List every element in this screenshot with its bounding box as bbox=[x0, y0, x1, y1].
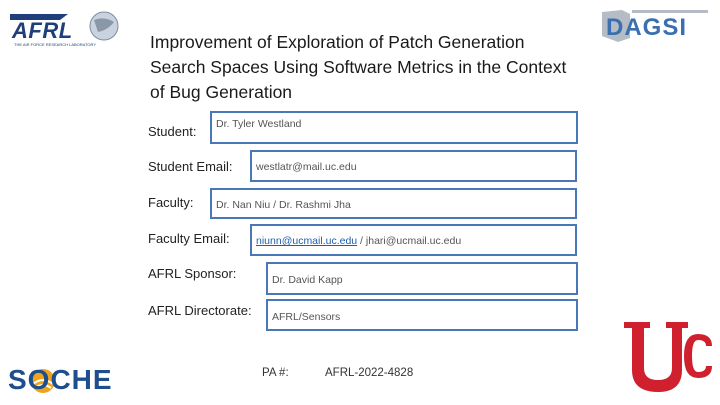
sponsor-label: AFRL Sponsor: bbox=[148, 266, 237, 281]
faculty-value: Dr. Nan Niu / Dr. Rashmi Jha bbox=[216, 199, 351, 211]
dagsi-logo: DAGSI bbox=[600, 6, 712, 46]
uc-logo-icon bbox=[614, 316, 714, 400]
pa-value: AFRL-2022-4828 bbox=[325, 367, 414, 379]
sponsor-field[interactable]: Dr. David Kapp bbox=[266, 262, 578, 295]
soche-logo-text: SOCHE bbox=[8, 364, 113, 395]
faculty-email-field[interactable]: niunn@ucmail.uc.edu / jhari@ucmail.uc.ed… bbox=[250, 224, 577, 256]
directorate-value: AFRL/Sensors bbox=[272, 311, 341, 323]
faculty-email-rest: / jhari@ucmail.uc.edu bbox=[357, 235, 462, 247]
sponsor-value: Dr. David Kapp bbox=[272, 274, 343, 286]
faculty-field[interactable]: Dr. Nan Niu / Dr. Rashmi Jha bbox=[210, 188, 577, 219]
student-email-label: Student Email: bbox=[148, 159, 233, 174]
student-field[interactable]: Dr. Tyler Westland bbox=[210, 111, 578, 144]
afrl-logo-tagline: THE AIR FORCE RESEARCH LABORATORY bbox=[14, 42, 97, 47]
student-label: Student: bbox=[148, 124, 197, 139]
faculty-email-label: Faculty Email: bbox=[148, 231, 230, 246]
afrl-logo-text: AFRL bbox=[12, 18, 73, 43]
pa-label: PA #: bbox=[262, 367, 289, 379]
student-email-field[interactable]: westlatr@mail.uc.edu bbox=[250, 150, 577, 182]
directorate-field[interactable]: AFRL/Sensors bbox=[266, 299, 578, 331]
student-email-value: westlatr@mail.uc.edu bbox=[256, 161, 357, 173]
soche-logo: SOCHE bbox=[8, 362, 126, 402]
afrl-logo: AFRL THE AIR FORCE RESEARCH LABORATORY bbox=[8, 8, 120, 50]
directorate-label: AFRL Directorate: bbox=[148, 303, 252, 318]
faculty-label: Faculty: bbox=[148, 195, 194, 210]
faculty-email-link[interactable]: niunn@ucmail.uc.edu bbox=[256, 235, 357, 247]
page-title: Improvement of Exploration of Patch Gene… bbox=[150, 32, 567, 102]
dagsi-logo-text: DAGSI bbox=[606, 14, 688, 41]
